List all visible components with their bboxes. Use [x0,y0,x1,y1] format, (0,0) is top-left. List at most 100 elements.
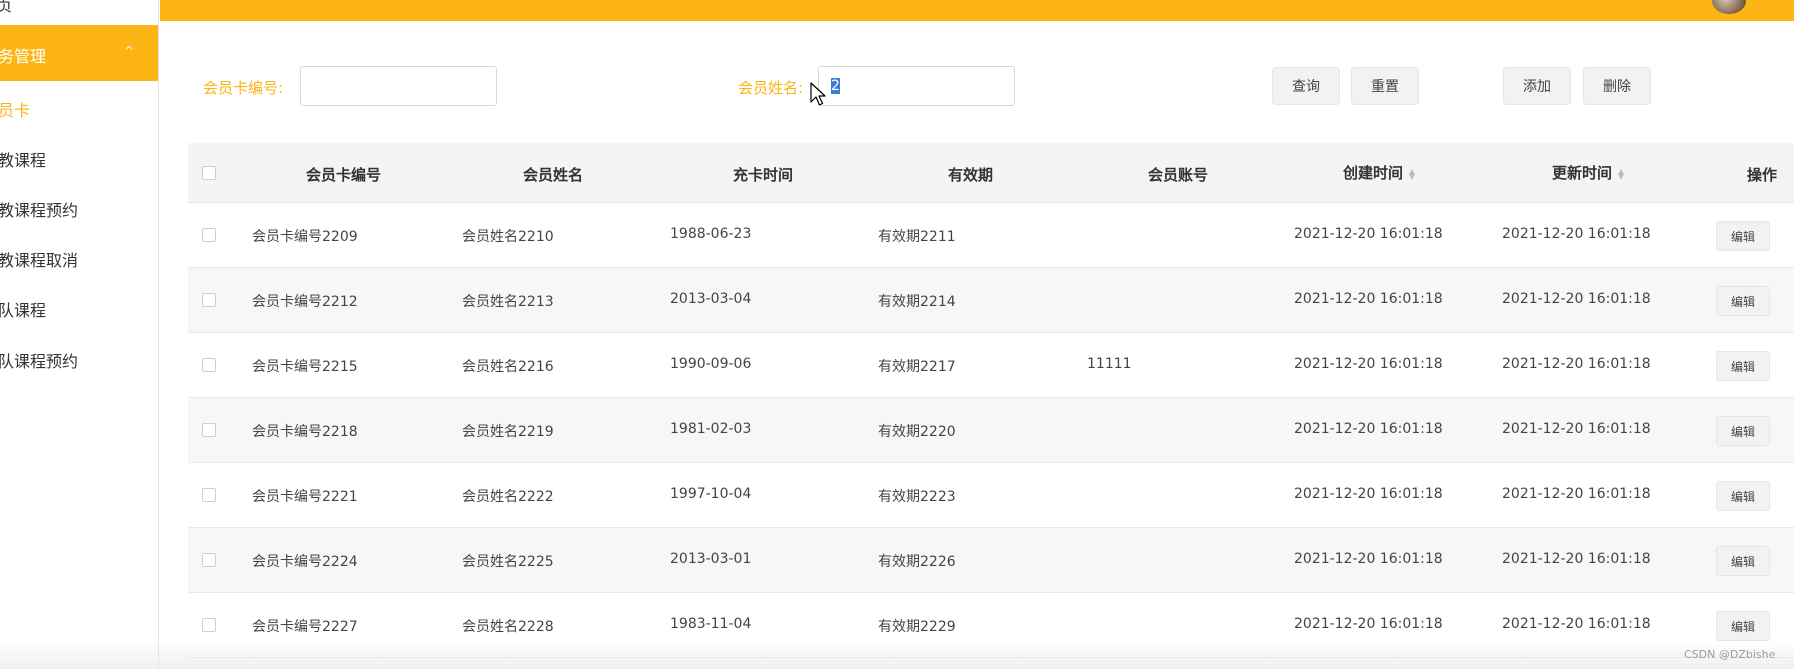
column-header-card-no: 会员卡编号 [306,166,382,184]
cell-updated: 2021-12-20 16:01:18 [1502,486,1651,502]
cell-card-no: 会员卡编号2224 [252,554,358,570]
member-name-value: 2 [831,78,840,94]
row-checkbox[interactable] [202,228,216,242]
cell-charge-time: 2013-03-04 [670,291,752,307]
table-row: 会员卡编号2221 会员姓名2222 1997-10-04 有效期2223 20… [188,463,1794,528]
column-header-actions: 操作 [1747,166,1778,184]
sidebar-item-group-course[interactable]: 队课程 [0,297,46,321]
reset-button[interactable]: 重置 [1351,67,1419,105]
row-checkbox[interactable] [202,553,216,567]
cell-validity: 有效期2211 [878,229,956,245]
row-checkbox[interactable] [202,293,216,307]
sidebar-group-label: 务管理 [0,47,47,66]
edit-button[interactable]: 编辑 [1716,221,1770,251]
cell-name: 会员姓名2228 [462,619,554,635]
cell-charge-time: 1990-09-06 [670,356,752,372]
cell-updated: 2021-12-20 16:01:18 [1502,226,1651,242]
column-header-created[interactable]: 创建时间 ▲ ▼ [1343,162,1415,183]
cell-name: 会员姓名2219 [462,424,554,440]
cell-name: 会员姓名2222 [462,489,554,505]
query-button[interactable]: 查询 [1272,67,1340,105]
cell-charge-time: 1997-10-04 [670,486,752,502]
row-checkbox[interactable] [202,358,216,372]
cell-validity: 有效期2229 [878,619,956,635]
sidebar-item-group-course-booking[interactable]: 队课程预约 [0,348,78,372]
member-card-table: 会员卡编号 会员姓名 充卡时间 有效期 会员账号 创建时间 ▲ ▼ 更新时间 ▲ ▼ 操… [188,143,1794,658]
column-header-created-label: 创建时间 [1343,164,1404,182]
cell-updated: 2021-12-20 16:01:18 [1502,291,1651,307]
cell-charge-time: 2013-03-01 [670,551,752,567]
cell-created: 2021-12-20 16:01:18 [1294,226,1443,242]
cell-validity: 有效期2214 [878,294,956,310]
edit-button[interactable]: 编辑 [1716,546,1770,576]
sort-icon[interactable]: ▲ ▼ [1618,167,1624,180]
cell-name: 会员姓名2216 [462,359,554,375]
cell-created: 2021-12-20 16:01:18 [1294,291,1443,307]
edit-button[interactable]: 编辑 [1716,481,1770,511]
column-header-charge-time: 充卡时间 [733,166,794,184]
cell-card-no: 会员卡编号2227 [252,619,358,635]
sidebar-item-private-course-cancel[interactable]: 教课程取消 [0,247,78,271]
member-name-label: 会员姓名: [738,79,804,97]
sidebar-item-private-course-booking[interactable]: 教课程预约 [0,197,78,221]
edit-button[interactable]: 编辑 [1716,416,1770,446]
cell-charge-time: 1981-02-03 [670,421,752,437]
cell-updated: 2021-12-20 16:01:18 [1502,356,1651,372]
add-button[interactable]: 添加 [1503,67,1571,105]
column-header-updated-label: 更新时间 [1552,164,1613,182]
cell-created: 2021-12-20 16:01:18 [1294,421,1443,437]
cell-created: 2021-12-20 16:01:18 [1294,356,1443,372]
table-header: 会员卡编号 会员姓名 充卡时间 有效期 会员账号 创建时间 ▲ ▼ 更新时间 ▲ ▼ 操… [188,143,1794,203]
top-bar [160,0,1794,21]
delete-button[interactable]: 删除 [1583,67,1651,105]
table-row: 会员卡编号2227 会员姓名2228 1983-11-04 有效期2229 20… [188,593,1794,658]
row-checkbox[interactable] [202,423,216,437]
cell-updated: 2021-12-20 16:01:18 [1502,421,1651,437]
card-no-label: 会员卡编号: [203,79,284,97]
cell-card-no: 会员卡编号2221 [252,489,358,505]
table-row: 会员卡编号2209 会员姓名2210 1988-06-23 有效期2211 20… [188,203,1794,268]
cell-card-no: 会员卡编号2212 [252,294,358,310]
cell-validity: 有效期2226 [878,554,956,570]
row-checkbox[interactable] [202,618,216,632]
card-no-input[interactable] [300,66,497,106]
sidebar-item-home[interactable]: 页 [0,0,12,16]
chevron-up-icon: ^ [124,44,135,58]
watermark: CSDN @DZbishe [1684,648,1776,661]
sidebar: 页 务管理 ^ 员卡 教课程 教课程预约 教课程取消 队课程 队课程预约 [0,0,159,669]
column-header-validity: 有效期 [948,166,994,184]
table-row: 会员卡编号2224 会员姓名2225 2013-03-01 有效期2226 20… [188,528,1794,593]
cell-validity: 有效期2223 [878,489,956,505]
cell-created: 2021-12-20 16:01:18 [1294,551,1443,567]
cell-charge-time: 1983-11-04 [670,616,752,632]
cell-account: 11111 [1087,356,1132,372]
column-header-account: 会员账号 [1148,166,1209,184]
select-all-checkbox[interactable] [202,166,216,180]
sidebar-group-management[interactable]: 务管理 ^ [0,25,158,81]
row-checkbox[interactable] [202,488,216,502]
cell-validity: 有效期2220 [878,424,956,440]
cell-created: 2021-12-20 16:01:18 [1294,486,1443,502]
sort-icon[interactable]: ▲ ▼ [1409,167,1415,180]
table-row: 会员卡编号2212 会员姓名2213 2013-03-04 有效期2214 20… [188,268,1794,333]
sidebar-item-private-course[interactable]: 教课程 [0,147,46,171]
edit-button[interactable]: 编辑 [1716,611,1770,641]
edit-button[interactable]: 编辑 [1716,351,1770,381]
table-row: 会员卡编号2215 会员姓名2216 1990-09-06 有效期2217 11… [188,333,1794,398]
cell-name: 会员姓名2213 [462,294,554,310]
edit-button[interactable]: 编辑 [1716,286,1770,316]
member-name-input[interactable]: 2 [818,66,1015,106]
cell-updated: 2021-12-20 16:01:18 [1502,551,1651,567]
table-row: 会员卡编号2218 会员姓名2219 1981-02-03 有效期2220 20… [188,398,1794,463]
column-header-updated[interactable]: 更新时间 ▲ ▼ [1552,162,1624,183]
mouse-cursor-icon [810,82,826,106]
cell-card-no: 会员卡编号2209 [252,229,358,245]
cell-card-no: 会员卡编号2218 [252,424,358,440]
cell-charge-time: 1988-06-23 [670,226,752,242]
cell-name: 会员姓名2210 [462,229,554,245]
cell-created: 2021-12-20 16:01:18 [1294,616,1443,632]
cell-updated: 2021-12-20 16:01:18 [1502,616,1651,632]
cell-name: 会员姓名2225 [462,554,554,570]
sidebar-item-member-card[interactable]: 员卡 [0,97,30,121]
cell-card-no: 会员卡编号2215 [252,359,358,375]
